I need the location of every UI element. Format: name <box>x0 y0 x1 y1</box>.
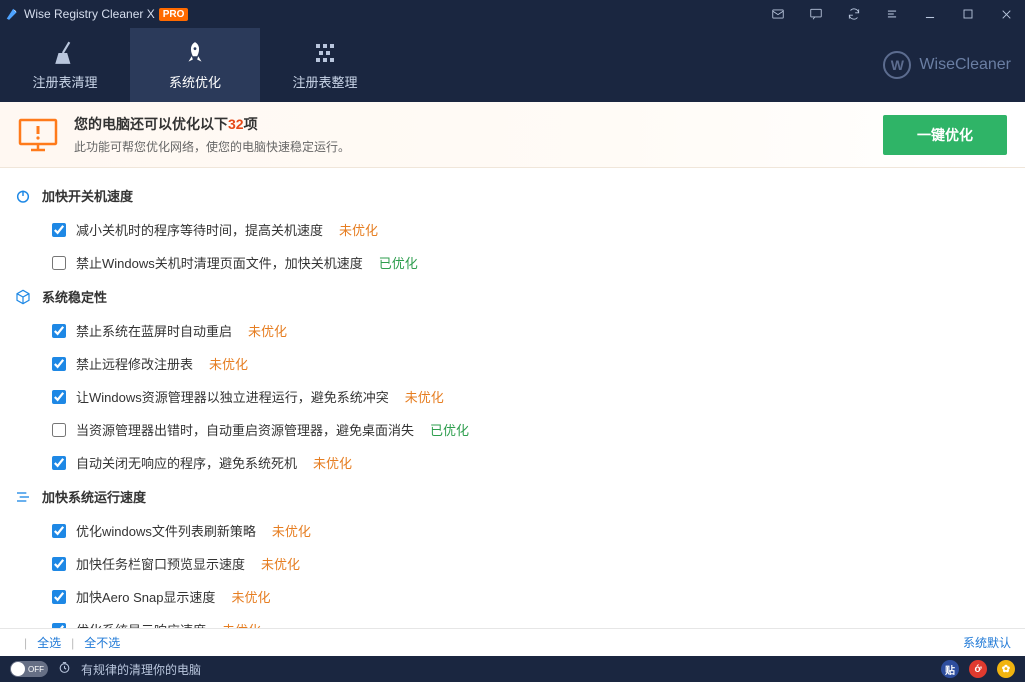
app-name-text: Wise Registry Cleaner X <box>24 7 155 21</box>
options-list[interactable]: 加快开关机速度减小关机时的程序等待时间，提高关机速度未优化禁止Windows关机… <box>0 168 1025 628</box>
option-checkbox[interactable] <box>52 390 66 404</box>
option-checkbox[interactable] <box>52 423 66 437</box>
system-default-link[interactable]: 系统默认 <box>963 634 1011 651</box>
social-wechat-icon[interactable]: ✿ <box>997 660 1015 678</box>
nav-tab-registry-clean[interactable]: 注册表清理 <box>0 28 130 102</box>
clock-icon <box>58 661 71 677</box>
option-status: 已优化 <box>430 420 469 439</box>
option-text: 禁止Windows关机时清理页面文件，加快关机速度 <box>76 253 363 272</box>
schedule-toggle[interactable]: OFF <box>10 661 48 677</box>
nav-label: 注册表清理 <box>32 72 97 91</box>
option-checkbox[interactable] <box>52 456 66 470</box>
option-row: 优化系统显示响应速度 未优化 <box>0 613 1025 628</box>
separator: | <box>71 636 74 650</box>
optimize-banner: 您的电脑还可以优化以下32项 此功能可帮您优化网络，使您的电脑快速稳定运行。 一… <box>0 102 1025 168</box>
option-status: 未优化 <box>405 387 444 406</box>
option-checkbox[interactable] <box>52 256 66 270</box>
banner-subtitle: 此功能可帮您优化网络，使您的电脑快速稳定运行。 <box>74 138 867 155</box>
menu-icon[interactable] <box>873 0 911 28</box>
pro-badge: PRO <box>159 8 189 21</box>
refresh-icon[interactable] <box>835 0 873 28</box>
cube-icon <box>14 289 32 305</box>
titlebar: Wise Registry Cleaner X PRO <box>0 0 1025 28</box>
option-row: 禁止远程修改注册表未优化 <box>0 347 1025 380</box>
nav-label: 注册表整理 <box>292 72 357 91</box>
option-text: 让Windows资源管理器以独立进程运行，避免系统冲突 <box>76 387 389 406</box>
option-text: 禁止远程修改注册表 <box>76 354 193 373</box>
option-text: 加快任务栏窗口预览显示速度 <box>76 554 245 573</box>
select-none-link[interactable]: 全不选 <box>84 634 120 651</box>
footer: OFF 有规律的清理你的电脑 贴 ớ ✿ <box>0 656 1025 682</box>
option-checkbox[interactable] <box>52 623 66 629</box>
rocket-icon <box>182 40 208 66</box>
optimize-button[interactable]: 一键优化 <box>883 115 1007 155</box>
select-all-link[interactable]: 全选 <box>37 634 61 651</box>
option-row: 减小关机时的程序等待时间，提高关机速度未优化 <box>0 213 1025 246</box>
option-checkbox[interactable] <box>52 557 66 571</box>
option-text: 禁止系统在蓝屏时自动重启 <box>76 321 232 340</box>
option-text: 优化windows文件列表刷新策略 <box>76 521 256 540</box>
option-row: 禁止系统在蓝屏时自动重启未优化 <box>0 314 1025 347</box>
broom-icon <box>52 40 78 66</box>
section-header[interactable]: 系统稳定性 <box>0 279 1025 314</box>
app-title: Wise Registry Cleaner X PRO <box>24 7 188 21</box>
navbar: 注册表清理 系统优化 注册表整理 W WiseCleaner <box>0 28 1025 102</box>
option-status: 未优化 <box>231 587 270 606</box>
section-title: 加快开关机速度 <box>42 186 133 205</box>
social-tieba-icon[interactable]: 贴 <box>941 660 959 678</box>
option-text: 自动关闭无响应的程序，避免系统死机 <box>76 453 297 472</box>
option-status: 未优化 <box>272 521 311 540</box>
section-title: 加快系统运行速度 <box>42 487 146 506</box>
select-bar: | 全选 | 全不选 系统默认 <box>0 628 1025 656</box>
app-icon <box>0 7 24 21</box>
grid-icon <box>313 40 337 66</box>
option-checkbox[interactable] <box>52 324 66 338</box>
option-status: 未优化 <box>209 354 248 373</box>
option-checkbox[interactable] <box>52 357 66 371</box>
option-status: 未优化 <box>261 554 300 573</box>
separator: | <box>24 636 27 650</box>
option-text: 加快Aero Snap显示速度 <box>76 587 215 606</box>
option-text: 当资源管理器出错时，自动重启资源管理器，避免桌面消失 <box>76 420 414 439</box>
close-icon[interactable] <box>987 0 1025 28</box>
option-checkbox[interactable] <box>52 223 66 237</box>
speed-icon <box>14 489 32 505</box>
option-checkbox[interactable] <box>52 524 66 538</box>
option-status: 未优化 <box>313 453 352 472</box>
warning-monitor-icon <box>18 118 58 152</box>
mail-icon[interactable] <box>759 0 797 28</box>
option-status: 未优化 <box>339 220 378 239</box>
power-icon <box>14 188 32 204</box>
option-row: 让Windows资源管理器以独立进程运行，避免系统冲突未优化 <box>0 380 1025 413</box>
option-status: 已优化 <box>379 253 418 272</box>
option-status: 未优化 <box>222 620 261 628</box>
option-row: 禁止Windows关机时清理页面文件，加快关机速度已优化 <box>0 246 1025 279</box>
option-text: 优化系统显示响应速度 <box>76 620 206 628</box>
nav-tab-system-optimize[interactable]: 系统优化 <box>130 28 260 102</box>
option-row: 自动关闭无响应的程序，避免系统死机未优化 <box>0 446 1025 479</box>
minimize-icon[interactable] <box>911 0 949 28</box>
maximize-icon[interactable] <box>949 0 987 28</box>
section-header[interactable]: 加快系统运行速度 <box>0 479 1025 514</box>
banner-title: 您的电脑还可以优化以下32项 <box>74 114 867 134</box>
brand-logo[interactable]: W WiseCleaner <box>883 28 1011 102</box>
social-weibo-icon[interactable]: ớ <box>969 660 987 678</box>
option-row: 当资源管理器出错时，自动重启资源管理器，避免桌面消失已优化 <box>0 413 1025 446</box>
brand-text: WiseCleaner <box>919 56 1011 74</box>
option-status: 未优化 <box>248 321 287 340</box>
option-row: 加快任务栏窗口预览显示速度未优化 <box>0 547 1025 580</box>
option-row: 加快Aero Snap显示速度未优化 <box>0 580 1025 613</box>
option-row: 优化windows文件列表刷新策略未优化 <box>0 514 1025 547</box>
nav-tab-registry-defrag[interactable]: 注册表整理 <box>260 28 390 102</box>
brand-w-icon: W <box>883 51 911 79</box>
section-header[interactable]: 加快开关机速度 <box>0 178 1025 213</box>
option-text: 减小关机时的程序等待时间，提高关机速度 <box>76 220 323 239</box>
section-title: 系统稳定性 <box>42 287 107 306</box>
schedule-text: 有规律的清理你的电脑 <box>81 661 201 678</box>
feedback-icon[interactable] <box>797 0 835 28</box>
option-checkbox[interactable] <box>52 590 66 604</box>
nav-label: 系统优化 <box>169 72 221 91</box>
